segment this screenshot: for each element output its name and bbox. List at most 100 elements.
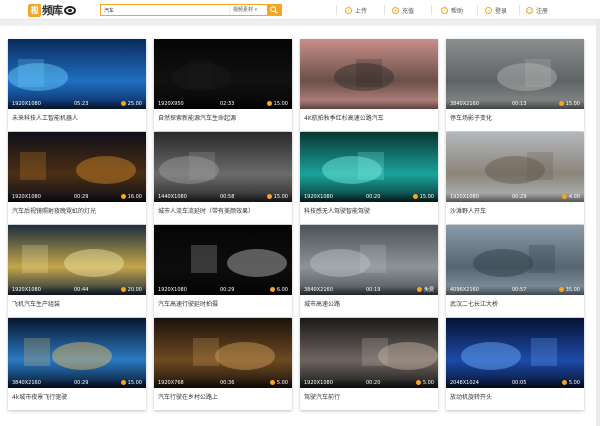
- video-card[interactable]: 1440X1080 00:58 15.00 城市人流车流延时（带有美颜效果）: [154, 132, 292, 224]
- video-meta: 2048X1024 00:05 5.00: [446, 379, 584, 388]
- nav-register-label: 注册: [536, 7, 549, 15]
- video-duration: 00:29: [220, 287, 235, 293]
- video-thumbnail[interactable]: 1440X1080 00:58 15.00: [154, 132, 292, 202]
- video-title[interactable]: 4k城市夜景飞行驱驶: [12, 392, 67, 401]
- video-title[interactable]: 城市高速公路: [304, 299, 340, 308]
- video-thumbnail[interactable]: 1920X768 00:36 5.00: [154, 318, 292, 388]
- video-card[interactable]: 3840X2160 00:29 15.00 4k城市夜景飞行驱驶: [8, 318, 146, 410]
- coin-icon: [269, 287, 275, 292]
- video-thumbnail[interactable]: 1920X1080 00:44 20.00: [8, 225, 146, 295]
- coin-icon: [561, 194, 567, 199]
- video-title[interactable]: 放动机旋转开头: [450, 392, 492, 401]
- logo-text: 频库: [42, 4, 63, 17]
- video-title[interactable]: 4K航拍秋季红杉高速公路汽车: [304, 113, 384, 122]
- video-meta: 1920X1080 00:29 16.00: [8, 193, 146, 202]
- video-title[interactable]: 汽车高速行驶延时拍摄: [158, 299, 218, 308]
- video-thumbnail[interactable]: 1920X1080 00:29 4.00: [446, 132, 584, 202]
- video-price: 5.00: [561, 379, 580, 388]
- nav-help[interactable]: ? 帮助: [441, 4, 463, 16]
- video-title[interactable]: 停车场影子变化: [450, 113, 492, 122]
- video-resolution: 1920X1080: [304, 380, 333, 386]
- video-card[interactable]: 1920X768 00:36 5.00 汽车行驶在乡村公路上: [154, 318, 292, 410]
- nav-login[interactable]: → 登录: [485, 4, 507, 16]
- video-thumbnail[interactable]: 3840X2160 00:29 15.00: [8, 318, 146, 388]
- nav-register[interactable]: ◯ 注册: [526, 4, 548, 16]
- video-card[interactable]: 3840X2160 00:19 免费城市高速公路: [300, 225, 438, 317]
- nav-recharge[interactable]: ¥ 充值: [392, 4, 414, 16]
- video-title[interactable]: 飞机汽车生产组装: [12, 299, 60, 308]
- video-duration: 00:29: [74, 380, 89, 386]
- video-title[interactable]: 城市人流车流延时（带有美颜效果）: [158, 206, 254, 215]
- video-card[interactable]: 1920X1080 00:20 5.00 驾驶汽车前行: [300, 318, 438, 410]
- site-logo[interactable]: 视 频库: [28, 3, 76, 17]
- video-meta: 1920X1080 00:29 6.00: [154, 286, 292, 295]
- video-title[interactable]: 汽车行驶在乡村公路上: [158, 392, 218, 401]
- upload-icon: ↑: [345, 6, 352, 14]
- video-card[interactable]: 1920X1080 00:29 6.00 汽车高速行驶延时拍摄: [154, 225, 292, 317]
- video-card[interactable]: 1920X1080 00:29 4.00 沙滩野人开车: [446, 132, 584, 224]
- recharge-icon: ¥: [392, 6, 399, 14]
- coin-icon: [415, 380, 421, 385]
- video-resolution: 3840X2160: [304, 287, 333, 293]
- video-title[interactable]: 未来科技人工智能机器人: [12, 113, 78, 122]
- video-duration: 00:29: [512, 194, 527, 200]
- video-price: 免费: [416, 286, 434, 295]
- video-price-value: 25.00: [127, 101, 142, 107]
- video-card[interactable]: 1920X1080 00:20 15.00 科技感无人驾驶智能驾驶: [300, 132, 438, 224]
- logo-mark: 视: [28, 3, 41, 17]
- nav-upload[interactable]: ↑ 上传: [345, 4, 367, 16]
- search-button[interactable]: [267, 5, 281, 15]
- video-card[interactable]: 4K航拍秋季红杉高速公路汽车: [300, 39, 438, 131]
- video-thumbnail[interactable]: 1920X1080 00:20 5.00: [300, 318, 438, 388]
- video-price-value: 35.00: [565, 287, 580, 293]
- video-resolution: 4096X2160: [450, 287, 479, 293]
- video-meta: 1920X1080 00:29 4.00: [446, 193, 584, 202]
- video-title[interactable]: 驾驶汽车前行: [304, 392, 340, 401]
- video-title[interactable]: 沙滩野人开车: [450, 206, 486, 215]
- video-thumbnail[interactable]: 3840X2160 00:13 15.00: [446, 39, 584, 109]
- coin-icon: [120, 380, 126, 385]
- eye-icon: [64, 5, 76, 15]
- video-thumbnail[interactable]: 1920X950 02:33 15.00: [154, 39, 292, 109]
- video-thumbnail[interactable]: 2048X1024 00:05 5.00: [446, 318, 584, 388]
- video-resolution: 2048X1024: [450, 380, 479, 386]
- video-thumbnail[interactable]: 1920X1080 05:23 25.00: [8, 39, 146, 109]
- video-thumbnail[interactable]: 4096X2160 00:57 35.00: [446, 225, 584, 295]
- video-duration: 00:58: [220, 194, 235, 200]
- video-thumbnail[interactable]: [300, 39, 438, 109]
- video-card[interactable]: 4096X2160 00:57 35.00 武汉二七长江大桥: [446, 225, 584, 317]
- coin-icon: [266, 101, 272, 106]
- video-card[interactable]: 2048X1024 00:05 5.00 放动机旋转开头: [446, 318, 584, 410]
- video-title[interactable]: 自然探索新能源汽车生命起源: [158, 113, 236, 122]
- coin-icon: [558, 287, 564, 292]
- video-price: 15.00: [558, 100, 580, 109]
- search-input[interactable]: [101, 5, 229, 15]
- divider: [519, 5, 520, 15]
- video-thumbnail[interactable]: 3840X2160 00:19 免费: [300, 225, 438, 295]
- coin-icon: [269, 380, 275, 385]
- video-card[interactable]: 1920X1080 00:29 16.00 汽车后视镜照射夜晚霓虹的灯光: [8, 132, 146, 224]
- video-price: 15.00: [412, 193, 434, 202]
- search-type-select[interactable]: 视频素材: [229, 5, 267, 15]
- video-duration: 00:20: [366, 194, 381, 200]
- video-title[interactable]: 汽车后视镜照射夜晚霓虹的灯光: [12, 206, 96, 215]
- video-thumbnail[interactable]: 1920X1080 00:29 16.00: [8, 132, 146, 202]
- video-thumbnail[interactable]: 1920X1080 00:29 6.00: [154, 225, 292, 295]
- video-price: 15.00: [266, 100, 288, 109]
- scrollbar[interactable]: [596, 20, 600, 426]
- video-card[interactable]: 3840X2160 00:13 15.00 停车场影子变化: [446, 39, 584, 131]
- video-thumbnail[interactable]: 1920X1080 00:20 15.00: [300, 132, 438, 202]
- video-price-value: 16.00: [127, 194, 142, 200]
- video-card[interactable]: 1920X1080 00:44 20.00 飞机汽车生产组装: [8, 225, 146, 317]
- video-meta: 4096X2160 00:57 35.00: [446, 286, 584, 295]
- video-resolution: 1920X1080: [450, 194, 479, 200]
- video-resolution: 1920X950: [158, 101, 184, 107]
- video-price-value: 5.00: [568, 380, 580, 386]
- video-title[interactable]: 武汉二七长江大桥: [450, 299, 498, 308]
- video-card[interactable]: 1920X950 02:33 15.00 自然探索新能源汽车生命起源: [154, 39, 292, 131]
- divider: [336, 5, 337, 15]
- divider: [477, 5, 478, 15]
- video-card[interactable]: 1920X1080 05:23 25.00 未来科技人工智能机器人: [8, 39, 146, 131]
- nav-login-label: 登录: [495, 7, 508, 15]
- video-title[interactable]: 科技感无人驾驶智能驾驶: [304, 206, 370, 215]
